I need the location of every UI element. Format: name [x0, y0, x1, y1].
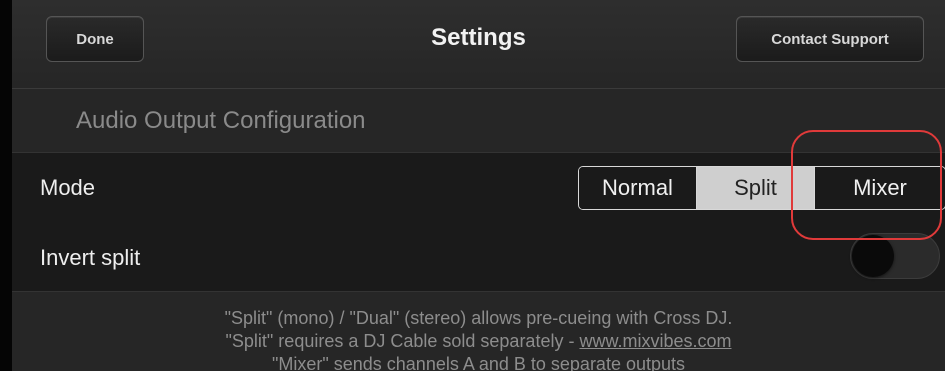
navigation-bar: Done Settings Contact Support: [12, 0, 945, 89]
left-edge: [0, 0, 12, 371]
mode-segmented-control: Normal Split Mixer: [578, 166, 945, 210]
description-line-2: "Split" requires a DJ Cable sold separat…: [12, 331, 945, 352]
mode-option-mixer[interactable]: Mixer: [815, 167, 945, 209]
invert-split-toggle[interactable]: [850, 233, 940, 279]
mode-option-normal[interactable]: Normal: [579, 167, 697, 209]
mixvibes-link[interactable]: www.mixvibes.com: [579, 331, 731, 351]
invert-split-label: Invert split: [40, 245, 141, 270]
description-line-2-text: "Split" requires a DJ Cable sold separat…: [225, 331, 580, 351]
contact-support-button[interactable]: Contact Support: [736, 16, 924, 62]
settings-screen: Done Settings Contact Support Audio Outp…: [0, 0, 945, 371]
mode-row: Mode Normal Split Mixer: [12, 152, 945, 222]
section-title: Audio Output Configuration: [76, 107, 366, 134]
invert-split-row: Invert split: [12, 221, 945, 292]
mode-option-split[interactable]: Split: [697, 167, 815, 209]
mode-label: Mode: [40, 175, 96, 200]
description-line-1: "Split" (mono) / "Dual" (stereo) allows …: [224, 308, 733, 328]
description-footer: "Split" (mono) / "Dual" (stereo) allows …: [12, 292, 945, 371]
description-line-3: "Mixer" sends channels A and B to separa…: [271, 354, 686, 371]
toggle-knob: [852, 235, 894, 277]
section-header: Audio Output Configuration: [12, 89, 945, 152]
